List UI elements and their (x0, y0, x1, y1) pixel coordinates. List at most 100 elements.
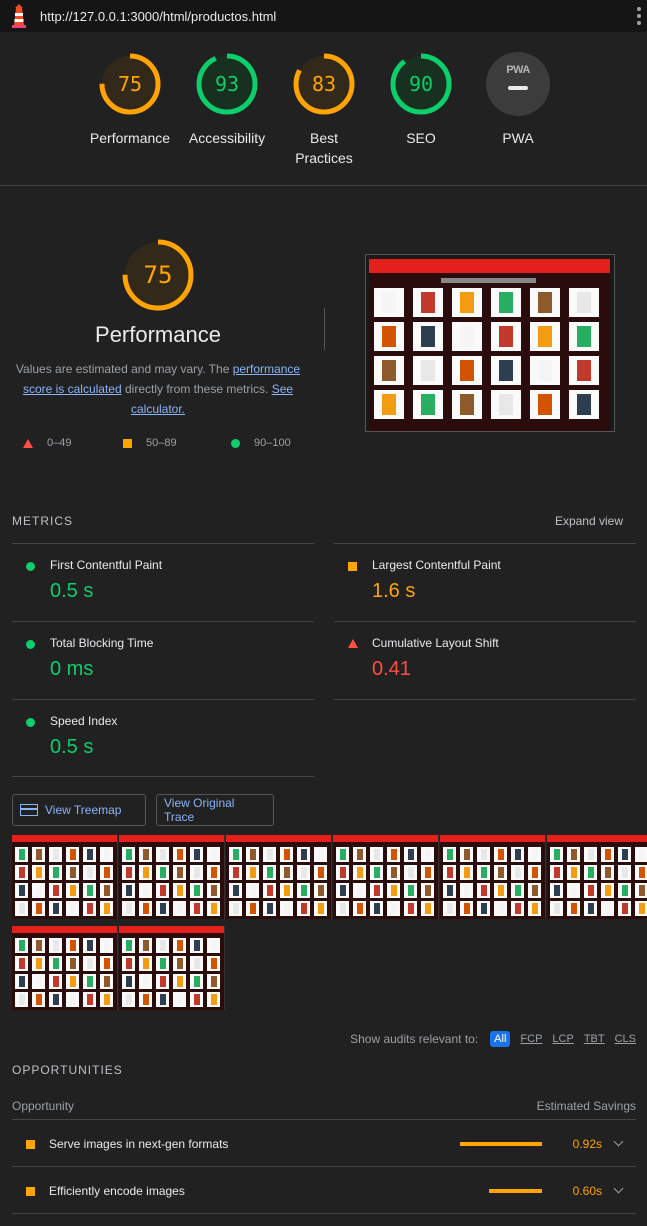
metric-cls: Cumulative Layout Shift 0.41 (334, 621, 636, 699)
product-image (421, 326, 435, 347)
gauge-score: 93 (214, 72, 240, 96)
metric-name: First Contentful Paint (50, 558, 163, 572)
expand-view-button[interactable]: Expand view (555, 514, 623, 528)
metric-fcp: First Contentful Paint 0.5 s (12, 543, 314, 621)
product-image (538, 292, 552, 313)
metric-value: 0 ms (50, 658, 94, 680)
filter-chip-cls[interactable]: CLS (615, 1033, 636, 1045)
filmstrip-frame (119, 835, 225, 919)
gauge-label: SEO (406, 130, 436, 146)
savings-bar (460, 1142, 542, 1146)
metric-lcp: Largest Contentful Paint 1.6 s (334, 543, 636, 621)
divider (324, 308, 325, 350)
gauge-best-practices[interactable]: 83 Best Practices (269, 52, 379, 168)
opportunity-column-header: Opportunity (12, 1099, 75, 1113)
filmstrip-frame (547, 835, 647, 919)
metric-tbt: Total Blocking Time 0 ms (12, 621, 314, 699)
audit-filter: Show audits relevant to: All FCP LCP TBT… (350, 1031, 636, 1047)
metric-si: Speed Index 0.5 s (12, 699, 314, 777)
average-square-icon (348, 562, 357, 571)
filter-label: Show audits relevant to: (350, 1032, 479, 1046)
filmstrip-frame (440, 835, 546, 919)
final-screenshot[interactable] (365, 254, 615, 432)
gauge-score: 75 (117, 72, 143, 96)
chevron-down-icon[interactable] (613, 1183, 624, 1194)
gauge-performance[interactable]: 75 Performance (75, 52, 185, 148)
kebab-menu-icon[interactable] (637, 7, 641, 25)
opportunity-title: Serve images in next-gen formats (49, 1137, 229, 1151)
opportunity-row[interactable]: Efficiently encode images 0.60s (12, 1166, 636, 1213)
view-original-trace-button[interactable]: View Original Trace (156, 794, 274, 826)
product-image (460, 292, 474, 313)
product-image (577, 394, 591, 415)
filter-chip-fcp[interactable]: FCP (520, 1033, 542, 1045)
triangle-icon (23, 438, 33, 448)
filmstrip-frame (226, 835, 332, 919)
product-image (577, 360, 591, 381)
opportunities-heading: OPPORTUNITIES (12, 1063, 123, 1077)
metric-name: Cumulative Layout Shift (372, 636, 499, 650)
metric-value: 0.41 (372, 658, 411, 680)
filmstrip-frame (333, 835, 439, 919)
savings-value: 0.60s (572, 1184, 602, 1198)
product-image (460, 360, 474, 381)
gauge-score: 83 (311, 72, 337, 96)
performance-title: Performance (95, 322, 221, 347)
gauge-label: Accessibility (188, 130, 266, 146)
product-image (577, 326, 591, 347)
performance-description: Values are estimated and may vary. The p… (12, 359, 304, 419)
pwa-badge-icon (486, 52, 550, 116)
average-square-icon (26, 1187, 35, 1196)
product-image (460, 326, 474, 347)
chevron-down-icon[interactable] (613, 1136, 624, 1147)
metric-name: Speed Index (50, 714, 118, 728)
fail-triangle-icon (348, 639, 358, 648)
filter-chip-all[interactable]: All (490, 1031, 511, 1047)
divider (12, 1213, 636, 1214)
product-image (577, 292, 591, 313)
gauge-seo[interactable]: 90 SEO (366, 52, 476, 148)
view-trace-label: View Original Trace (164, 796, 235, 824)
metric-value: 0.5 s (50, 736, 94, 758)
pass-circle-icon (26, 562, 35, 571)
divider (12, 776, 314, 777)
legend-fail: 0–49 (23, 437, 71, 449)
product-image (538, 326, 552, 347)
legend-label: 50–89 (146, 437, 177, 449)
legend-label: 0–49 (47, 437, 72, 449)
gauge-score: 90 (408, 72, 434, 96)
product-image (382, 292, 396, 313)
product-image (421, 360, 435, 381)
opportunity-row[interactable]: Serve images in next-gen formats 0.92s (12, 1119, 636, 1166)
product-image (538, 360, 552, 381)
product-image (499, 326, 513, 347)
gauge-label: PWA (502, 130, 534, 146)
gauge-label: Performance (89, 130, 171, 146)
gauge-accessibility[interactable]: 93 Accessibility (172, 52, 282, 148)
product-image (538, 394, 552, 415)
circle-icon (231, 438, 240, 448)
metric-value: 1.6 s (372, 580, 416, 602)
filter-chip-tbt[interactable]: TBT (584, 1033, 605, 1045)
product-image (421, 394, 435, 415)
report-url[interactable]: http://127.0.0.1:3000/html/productos.htm… (40, 9, 276, 24)
product-image (382, 394, 396, 415)
legend-average: 50–89 (123, 437, 177, 449)
filmstrip-frame (119, 926, 225, 1010)
top-bar: http://127.0.0.1:3000/html/productos.htm… (0, 0, 647, 32)
view-treemap-button[interactable]: View Treemap (12, 794, 146, 826)
gauge-pwa[interactable]: PWA PWA (463, 52, 573, 148)
filter-chip-lcp[interactable]: LCP (552, 1033, 573, 1045)
metric-name: Largest Contentful Paint (372, 558, 501, 572)
filmstrip-frame (12, 926, 118, 1010)
metric-name: Total Blocking Time (50, 636, 154, 650)
lighthouse-icon (12, 4, 26, 28)
product-image (421, 292, 435, 313)
gauge-label: Best Practices (295, 130, 353, 166)
view-treemap-label: View Treemap (45, 803, 122, 817)
legend-label: 90–100 (254, 437, 291, 449)
pass-circle-icon (26, 718, 35, 727)
pwa-badge-text: PWA (506, 64, 530, 76)
page-screenshot-image (369, 259, 610, 431)
pwa-dash-icon (508, 86, 528, 90)
